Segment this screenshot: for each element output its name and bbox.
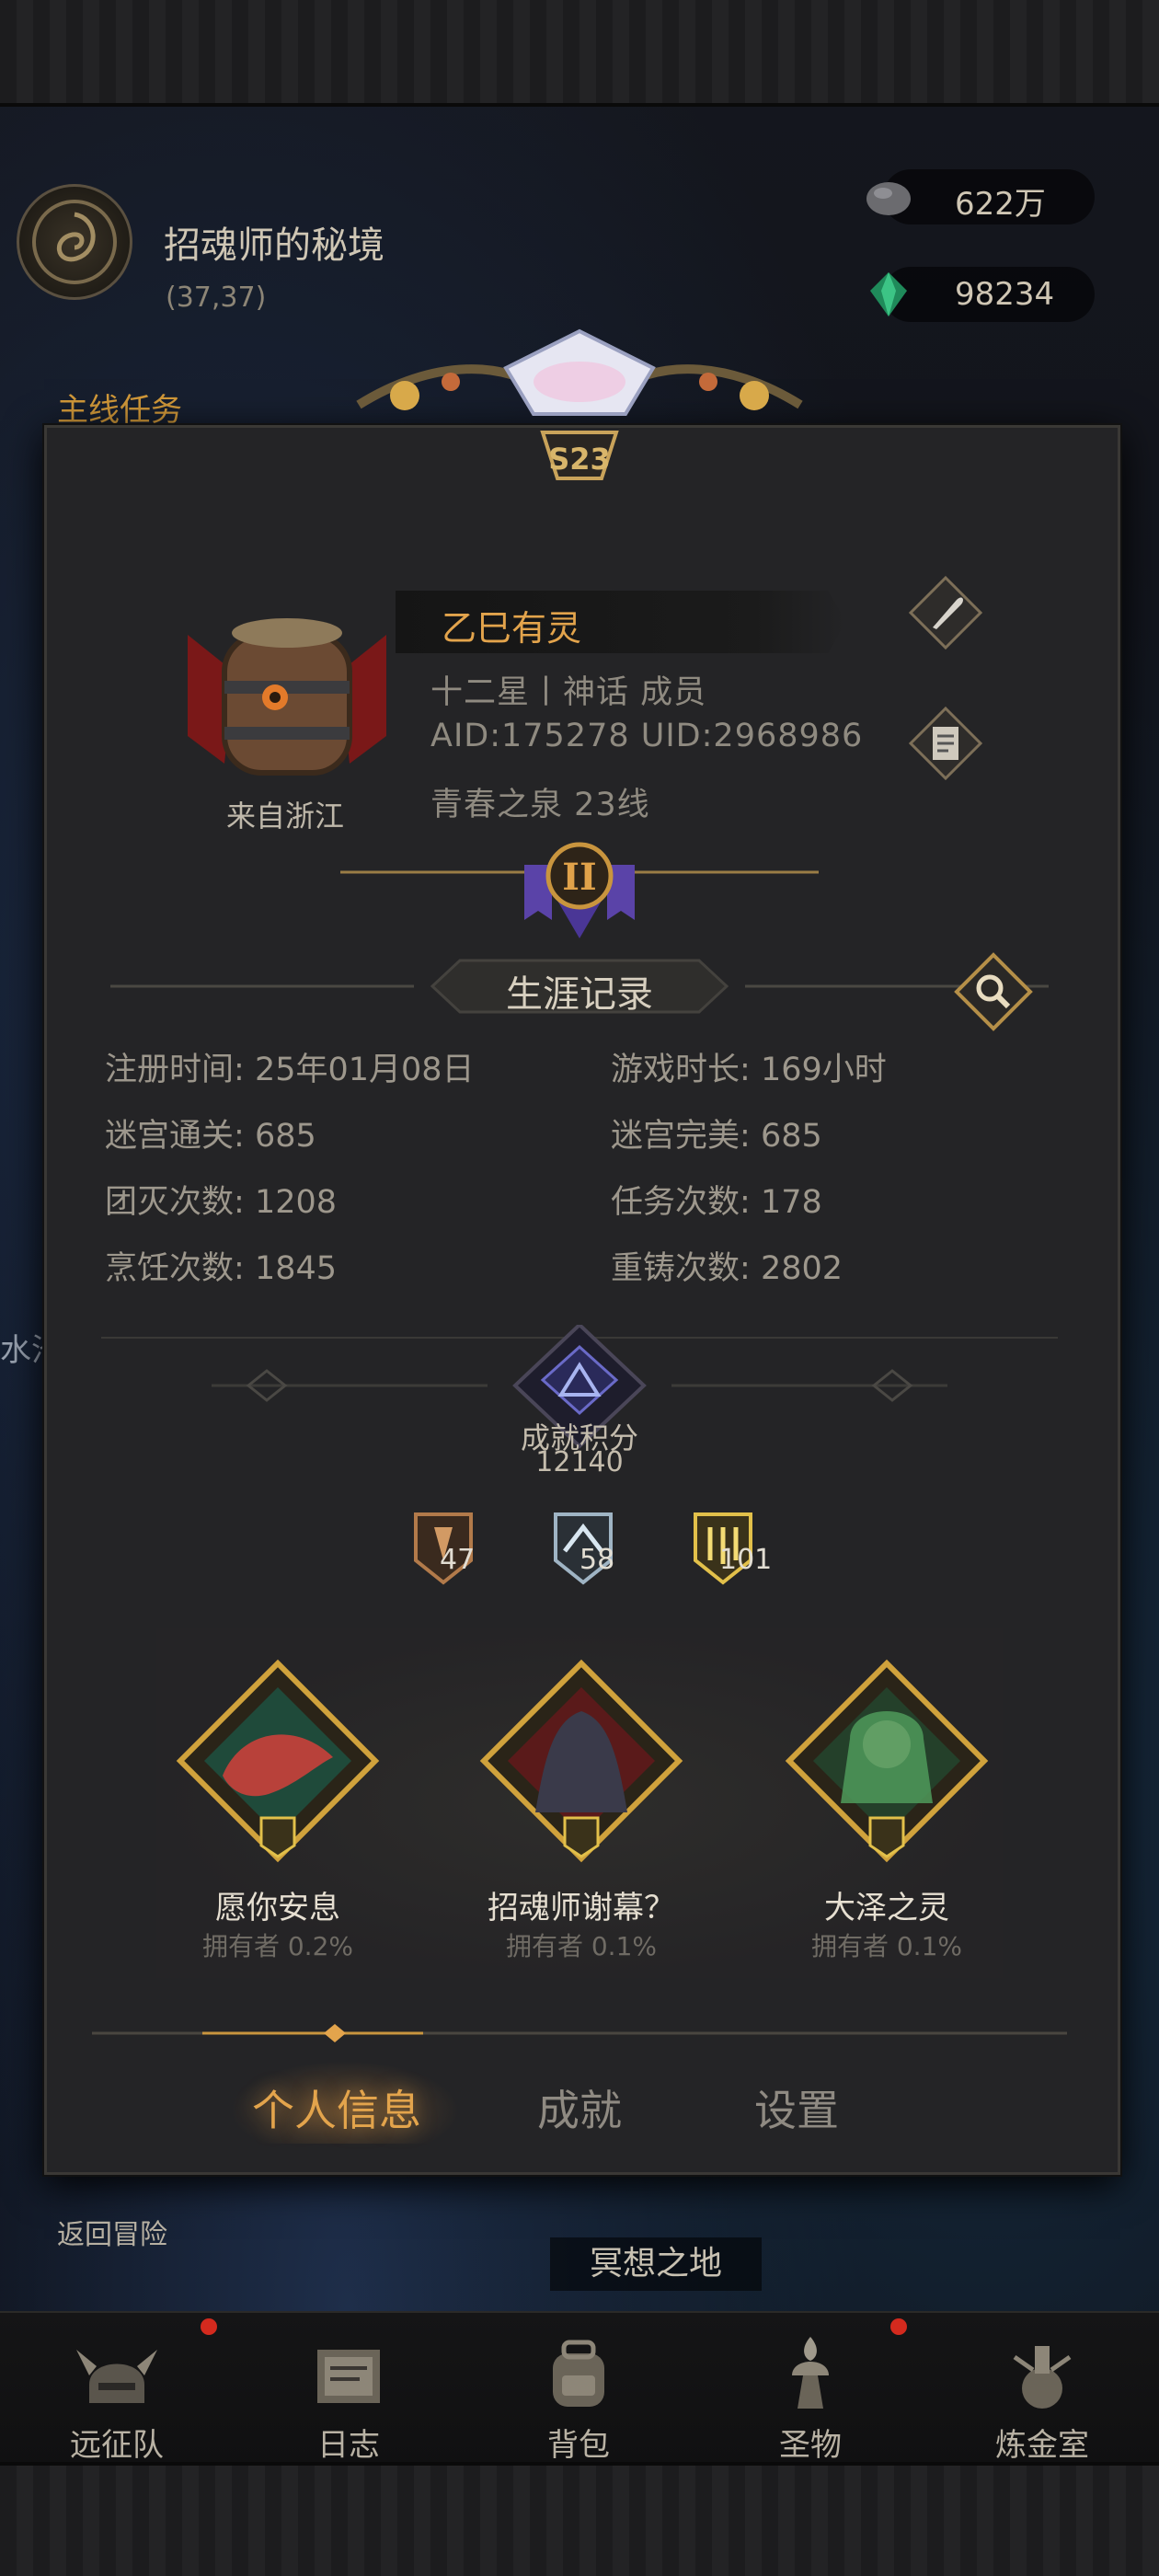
nav-label: 背包 bbox=[547, 2427, 610, 2464]
achievement-owner-rate: 拥有者 0.1% bbox=[505, 1931, 658, 1961]
player-rank: 十二星丨神话 成员 bbox=[430, 674, 707, 711]
return-adventure-button[interactable]: 返回冒险 bbox=[57, 2212, 167, 2252]
stone-icon bbox=[866, 182, 911, 215]
player-ids: AID:175278 UID:2968986 bbox=[430, 718, 864, 754]
relic-icon bbox=[764, 2329, 856, 2421]
records-button[interactable] bbox=[907, 705, 984, 782]
document-icon bbox=[908, 706, 983, 781]
player-name: 乙巳有灵 bbox=[442, 608, 582, 649]
nav-expedition[interactable]: 远征队 bbox=[2, 2311, 232, 2467]
gem-amount: 98234 bbox=[955, 276, 1055, 313]
gold-medal-count: 101 bbox=[719, 1544, 773, 1576]
backpack-icon bbox=[533, 2329, 625, 2421]
rank-badge-numeral: II bbox=[562, 856, 597, 899]
achievement-name: 招魂师谢幕？ bbox=[488, 1890, 675, 1926]
nav-label: 圣物 bbox=[779, 2427, 842, 2464]
viking-helmet-icon bbox=[71, 2329, 163, 2421]
hooded-figure-achievement-icon bbox=[462, 1656, 701, 1886]
notification-dot bbox=[201, 2318, 217, 2335]
stat-register-time: 注册时间: 25年01月08日 bbox=[105, 1052, 475, 1088]
tab-achievements[interactable]: 成就 bbox=[537, 2077, 622, 2138]
stat-play-time: 游戏时长: 169小时 bbox=[611, 1052, 887, 1088]
location-emblem-icon[interactable] bbox=[17, 184, 132, 300]
stat-team-wipe: 团灭次数: 1208 bbox=[105, 1184, 338, 1221]
silver-medal-count: 58 bbox=[580, 1544, 615, 1576]
achievement-name: 大泽之灵 bbox=[824, 1890, 949, 1926]
area-name: 冥想之地 bbox=[550, 2237, 762, 2291]
location-name: 招魂师的秘境 bbox=[164, 224, 384, 267]
tab-settings[interactable]: 设置 bbox=[754, 2077, 839, 2138]
bottom-frame bbox=[0, 2462, 1159, 2576]
nav-journal[interactable]: 日志 bbox=[234, 2311, 464, 2467]
resource-stone[interactable]: 622万 bbox=[866, 169, 1095, 224]
stat-maze-perfect: 迷宫完美: 685 bbox=[611, 1118, 822, 1155]
alchemy-icon bbox=[996, 2329, 1088, 2421]
achievement-owner-rate: 拥有者 0.1% bbox=[810, 1931, 963, 1961]
nav-label: 日志 bbox=[317, 2427, 380, 2464]
green-gem-icon bbox=[870, 272, 907, 316]
stat-cooking: 烹饪次数: 1845 bbox=[105, 1250, 338, 1287]
achievement-name: 愿你安息 bbox=[215, 1890, 340, 1926]
achievement-score-value: 12140 bbox=[535, 1446, 624, 1478]
stat-reforge: 重铸次数: 2802 bbox=[611, 1250, 843, 1287]
tab-divider bbox=[92, 2020, 1067, 2057]
journal-icon bbox=[303, 2329, 395, 2421]
stone-amount: 622万 bbox=[955, 186, 1046, 223]
bronze-medal-count: 47 bbox=[440, 1544, 476, 1576]
player-server: 青春之泉 23线 bbox=[430, 787, 650, 823]
stat-maze-clear: 迷宫通关: 685 bbox=[105, 1118, 316, 1155]
search-button[interactable] bbox=[953, 951, 1034, 1032]
nav-label: 炼金室 bbox=[995, 2427, 1089, 2464]
top-frame bbox=[0, 0, 1159, 107]
player-avatar[interactable] bbox=[169, 580, 405, 810]
search-icon bbox=[954, 952, 1033, 1031]
quill-icon bbox=[908, 575, 983, 650]
achievement-owner-rate: 拥有者 0.2% bbox=[201, 1931, 354, 1961]
nav-relic[interactable]: 圣物 bbox=[695, 2311, 925, 2467]
season-badge: S23 bbox=[548, 442, 611, 477]
edit-profile-button[interactable] bbox=[907, 574, 984, 651]
career-title: 生涯记录 bbox=[506, 973, 653, 1016]
career-section-header: 生涯记录 bbox=[110, 957, 1049, 1021]
nav-label: 远征队 bbox=[70, 2427, 164, 2464]
nav-alchemy[interactable]: 炼金室 bbox=[927, 2311, 1157, 2467]
main-task-label[interactable]: 主线任务 bbox=[57, 385, 182, 430]
tab-personal-info[interactable]: 个人信息 bbox=[252, 2077, 421, 2138]
resource-gem[interactable]: 98234 bbox=[870, 267, 1095, 322]
stat-quests: 任务次数: 178 bbox=[611, 1184, 822, 1221]
nav-backpack[interactable]: 背包 bbox=[464, 2311, 694, 2467]
dryad-achievement-icon bbox=[767, 1656, 1006, 1886]
location-coords: (37,37) bbox=[166, 282, 267, 314]
notification-dot bbox=[890, 2318, 907, 2335]
dragon-achievement-icon bbox=[158, 1656, 397, 1886]
